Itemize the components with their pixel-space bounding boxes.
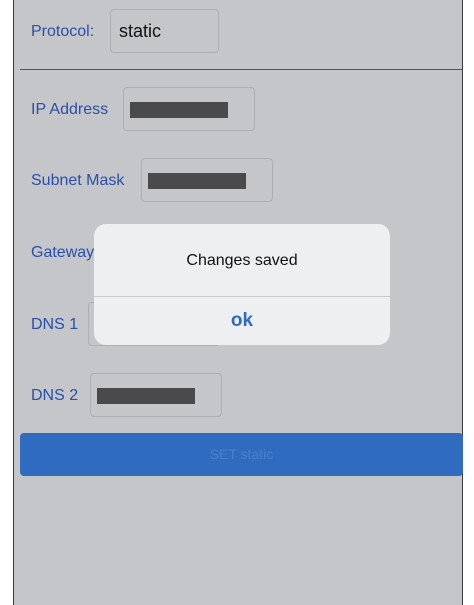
ip-address-label: IP Address (31, 101, 109, 118)
ip-address-field[interactable] (123, 87, 255, 131)
subnet-mask-field[interactable] (141, 158, 273, 202)
divider (20, 69, 462, 70)
ip-address-redacted-value (130, 102, 228, 118)
subnet-mask-label: Subnet Mask (31, 172, 125, 189)
dns1-label: DNS 1 (31, 316, 79, 333)
protocol-value: static (119, 21, 162, 41)
set-static-button[interactable]: SET static (20, 433, 463, 476)
protocol-label: Protocol: (31, 23, 95, 40)
protocol-field[interactable]: static (110, 9, 219, 53)
changes-saved-dialog: Changes saved ok (94, 224, 390, 345)
subnet-mask-redacted-value (148, 173, 246, 189)
dns2-label: DNS 2 (31, 387, 79, 404)
gateway-label: Gateway (31, 244, 95, 261)
ok-button[interactable]: ok (94, 297, 390, 345)
dns2-redacted-value (97, 388, 195, 404)
dns2-field[interactable] (90, 373, 222, 417)
dialog-message: Changes saved (186, 252, 298, 269)
